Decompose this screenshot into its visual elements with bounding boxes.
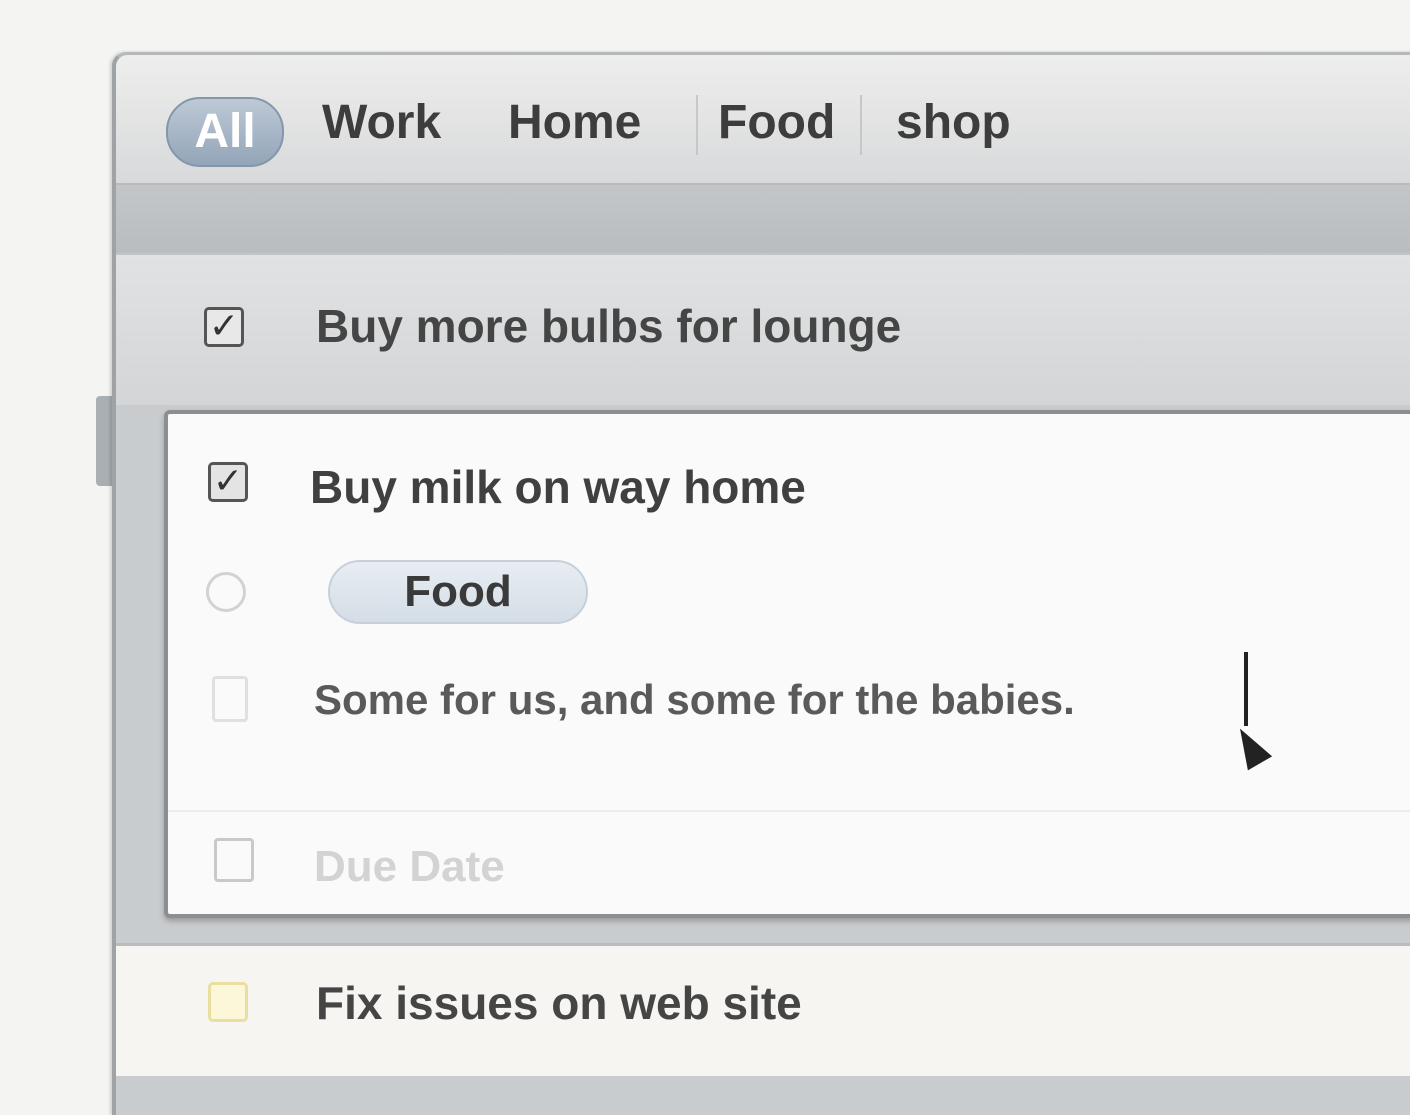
tag-pill[interactable]: Food <box>328 560 588 624</box>
tab-food[interactable]: Food <box>708 91 845 155</box>
tab-all[interactable]: All <box>166 97 284 167</box>
tab-home[interactable]: Home <box>498 91 651 155</box>
tag-icon <box>206 572 246 612</box>
task-note[interactable]: Some for us, and some for the babies. <box>314 676 1075 724</box>
task-checkbox[interactable]: ✓ <box>208 462 248 502</box>
app-window: All Work Home Food shop ✓ Buy more bulbs… <box>112 52 1410 1115</box>
due-date-field[interactable]: Due Date <box>314 842 505 892</box>
tab-separator <box>696 95 698 155</box>
list-header-bar <box>116 185 1410 253</box>
task-title: Fix issues on web site <box>316 977 802 1029</box>
tab-shop[interactable]: shop <box>886 91 1021 155</box>
task-row[interactable]: Fix issues on web site <box>116 943 1410 1076</box>
tab-work[interactable]: Work <box>312 91 451 155</box>
task-checkbox[interactable] <box>208 982 248 1022</box>
tag-toolbar: All Work Home Food shop <box>116 55 1410 185</box>
task-title[interactable]: Buy milk on way home <box>310 460 806 514</box>
mouse-pointer-icon <box>1227 721 1273 771</box>
task-title: Buy more bulbs for lounge <box>316 300 902 352</box>
task-checkbox[interactable]: ✓ <box>204 307 244 347</box>
tab-separator <box>860 95 862 155</box>
task-row[interactable]: ✓ Buy more bulbs for lounge <box>116 253 1410 405</box>
text-cursor <box>1244 652 1248 726</box>
divider <box>168 810 1410 812</box>
note-icon <box>212 676 248 722</box>
expanded-task-card[interactable]: ✓ Buy milk on way home Food Some for us,… <box>164 410 1410 918</box>
calendar-icon[interactable] <box>214 838 254 882</box>
